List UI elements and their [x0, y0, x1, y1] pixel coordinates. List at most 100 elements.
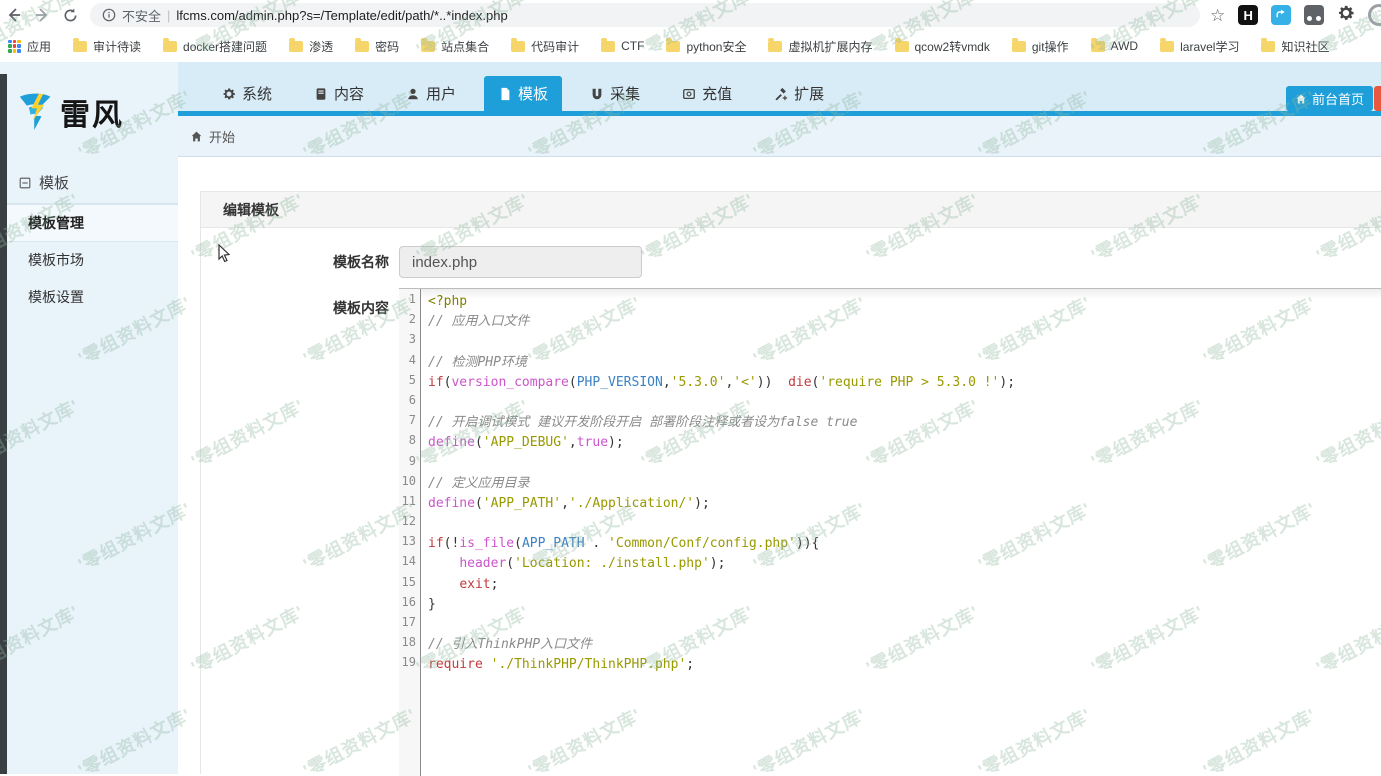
url-field[interactable]: 不安全 | lfcms.com/admin.php?s=/Template/ed…: [90, 3, 1200, 27]
bookmark-label: 站点集合: [441, 38, 489, 55]
logo-text: 雷风: [60, 90, 124, 134]
bookmark-item[interactable]: 虚拟机扩展内存: [768, 38, 872, 55]
admin-page: 雷风 模板 模板管理 模板市场 模板设置 系统 内容: [0, 62, 1381, 774]
folder-icon: [1091, 41, 1105, 52]
sidebar: 模板 模板管理 模板市场 模板设置: [0, 162, 178, 316]
nav-item-template[interactable]: 模板: [484, 76, 562, 111]
template-content-row: 模板内容 12345678910111213141516171819 <?php…: [201, 288, 1381, 776]
breadcrumb-label[interactable]: 开始: [209, 127, 235, 146]
folder-icon: [1261, 41, 1275, 52]
nav-item-content[interactable]: 内容: [300, 76, 378, 111]
nav-item-extension[interactable]: 扩展: [760, 76, 838, 111]
code-editor[interactable]: 12345678910111213141516171819 <?php// 应用…: [399, 288, 1381, 776]
profile-avatar[interactable]: [1368, 4, 1381, 26]
sidebar-item-template-settings[interactable]: 模板设置: [0, 279, 178, 316]
panel-title: 编辑模板: [201, 192, 1381, 228]
folder-icon: [355, 41, 369, 52]
bookmark-label: CTF: [621, 39, 644, 53]
logout-button[interactable]: [1374, 86, 1381, 111]
nav-label: 用户: [426, 83, 456, 104]
bookmark-item[interactable]: 密码: [355, 38, 399, 55]
bookmark-label: 渗透: [309, 38, 333, 55]
info-icon: [102, 8, 116, 22]
window-edge: [0, 74, 7, 774]
top-nav-items: 系统 内容 用户 模板 采集: [208, 76, 838, 111]
bookmark-item[interactable]: git操作: [1012, 38, 1069, 55]
nav-label: 内容: [334, 83, 364, 104]
bookmark-item[interactable]: 渗透: [289, 38, 333, 55]
folder-icon: [511, 41, 525, 52]
browser-actions: ☆ H: [1210, 4, 1378, 27]
nav-item-user[interactable]: 用户: [392, 76, 470, 111]
reload-icon: [63, 8, 78, 23]
proxy-switch-icon[interactable]: [1271, 5, 1291, 25]
folder-icon: [163, 41, 177, 52]
frontend-home-button[interactable]: 前台首页: [1286, 86, 1373, 111]
line-number-gutter: 12345678910111213141516171819: [399, 289, 421, 776]
url-separator: |: [167, 8, 170, 23]
nav-item-collect[interactable]: 采集: [576, 76, 654, 111]
browser-address-bar: 不安全 | lfcms.com/admin.php?s=/Template/ed…: [0, 0, 1381, 30]
top-nav-bar: 系统 内容 用户 模板 采集: [178, 62, 1381, 111]
bookmark-item[interactable]: qcow2转vmdk: [895, 38, 990, 55]
folder-icon: [601, 41, 615, 52]
tornado-logo-icon: [18, 92, 54, 132]
nav-item-system[interactable]: 系统: [208, 76, 286, 111]
left-column: 雷风 模板 模板管理 模板市场 模板设置: [0, 62, 178, 774]
gear-icon: [222, 87, 236, 101]
apps-grid-icon: [8, 40, 21, 53]
bookmark-label: docker搭建问题: [183, 38, 267, 55]
mask-extension-icon[interactable]: [1304, 5, 1324, 25]
bookmark-item[interactable]: 应用: [8, 38, 51, 55]
bookmark-item[interactable]: AWD: [1091, 39, 1139, 53]
bookmark-label: 密码: [375, 38, 399, 55]
folder-icon: [289, 41, 303, 52]
bookmark-item[interactable]: 代码审计: [511, 38, 579, 55]
reload-button[interactable]: [56, 2, 84, 28]
nav-label: 充值: [702, 83, 732, 104]
forward-button[interactable]: [28, 2, 56, 28]
bookmark-item[interactable]: CTF: [601, 39, 644, 53]
folder-icon: [895, 41, 909, 52]
site-logo[interactable]: 雷风: [18, 90, 124, 134]
folder-icon: [768, 41, 782, 52]
gear-extension-icon[interactable]: [1337, 4, 1355, 27]
back-button[interactable]: [0, 2, 28, 28]
edit-template-panel: 编辑模板 模板名称 模板内容 1234567891011121314151617…: [200, 191, 1381, 774]
bookmarks-bar-items: 应用 审计待读 docker搭建问题 渗透 密码 站点集合 代码审计 CTF python安全 虚…: [8, 38, 1329, 55]
folder-icon: [1160, 41, 1174, 52]
bookmark-label: python安全: [686, 38, 746, 55]
panel-body: 模板名称 模板内容 12345678910111213141516171819 …: [201, 228, 1381, 776]
template-name-row: 模板名称: [201, 246, 1381, 278]
back-icon: [6, 7, 22, 23]
bookmark-item[interactable]: docker搭建问题: [163, 38, 267, 55]
bookmark-label: 应用: [27, 38, 51, 55]
template-name-input[interactable]: [399, 246, 642, 278]
sidebar-item-template-manage[interactable]: 模板管理: [0, 204, 178, 242]
bookmark-star-icon[interactable]: ☆: [1210, 7, 1225, 24]
folder-icon: [421, 41, 435, 52]
code-content[interactable]: <?php// 应用入口文件 // 检测PHP环境if(version_comp…: [422, 289, 1381, 676]
nav-label: 模板: [518, 83, 548, 104]
bookmark-item[interactable]: 审计待读: [73, 38, 141, 55]
bookmark-label: 知识社区: [1281, 38, 1329, 55]
bookmark-item[interactable]: python安全: [666, 38, 746, 55]
bookmark-label: laravel学习: [1180, 38, 1239, 55]
extension-h-icon[interactable]: H: [1238, 5, 1258, 25]
bookmark-label: 代码审计: [531, 38, 579, 55]
nav-item-recharge[interactable]: 充值: [668, 76, 746, 111]
bookmark-item[interactable]: 站点集合: [421, 38, 489, 55]
sidebar-item-template-market[interactable]: 模板市场: [0, 242, 178, 279]
folder-icon: [73, 41, 87, 52]
magnet-icon: [590, 87, 604, 101]
breadcrumb: 开始: [178, 116, 1381, 157]
content-column: 系统 内容 用户 模板 采集: [178, 62, 1381, 774]
frontend-home-label: 前台首页: [1312, 89, 1364, 108]
extension-icon: [774, 87, 788, 101]
bookmark-item[interactable]: laravel学习: [1160, 38, 1239, 55]
folder-icon: [1012, 41, 1026, 52]
sidebar-group-template[interactable]: 模板: [0, 162, 178, 204]
bookmark-item[interactable]: 知识社区: [1261, 38, 1329, 55]
nav-label: 采集: [610, 83, 640, 104]
forward-icon: [34, 7, 50, 23]
